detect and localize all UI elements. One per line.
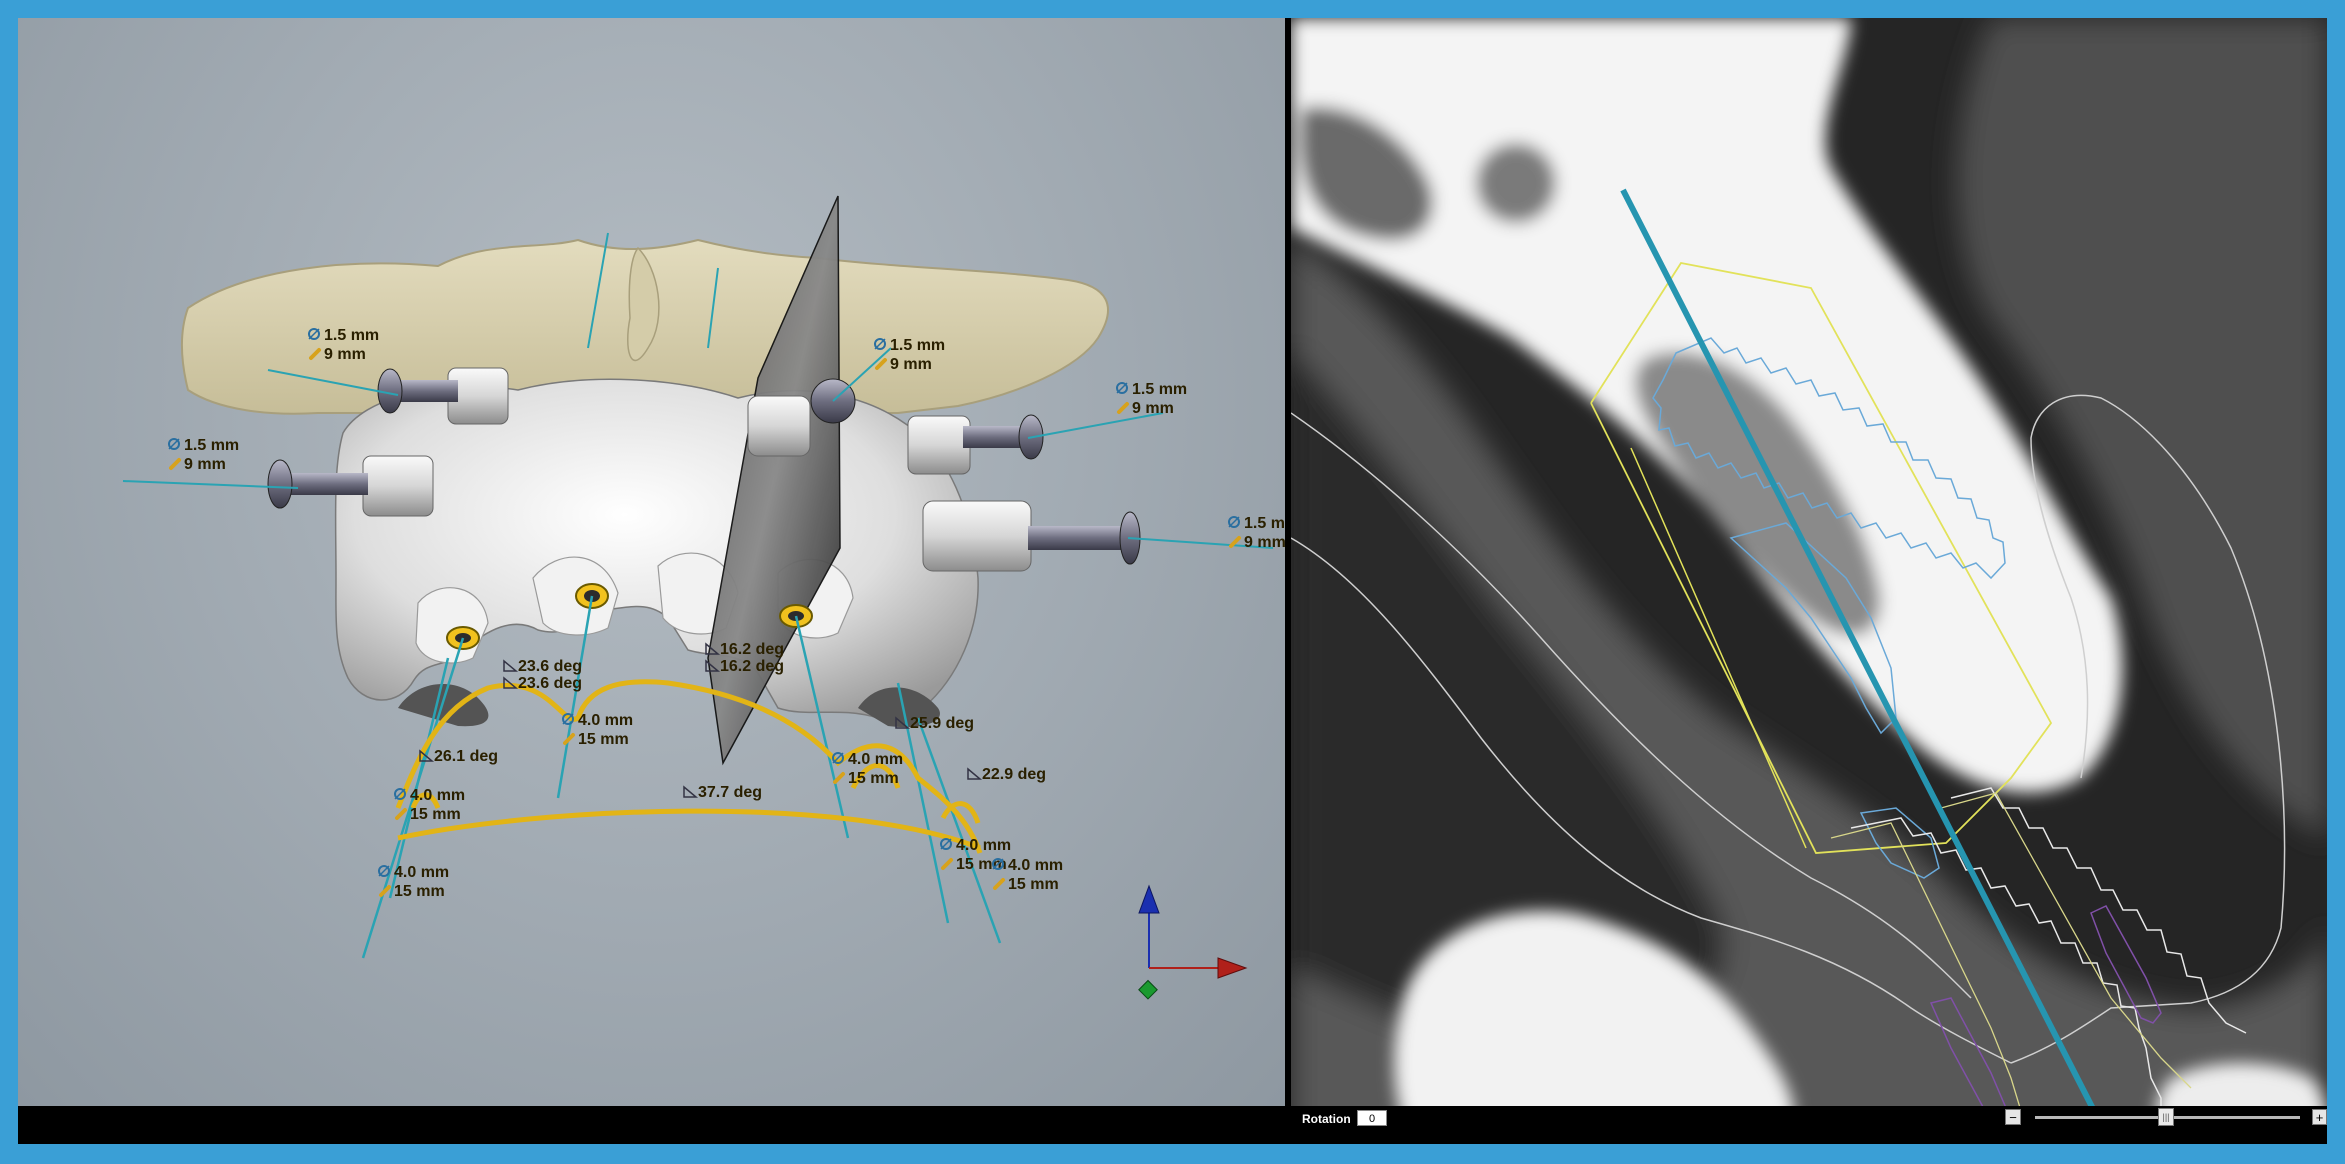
- rotation-input[interactable]: 0: [1357, 1110, 1387, 1126]
- orientation-axes-icon: [1138, 884, 1248, 1000]
- svg-text:9 mm: 9 mm: [1244, 534, 1285, 551]
- svg-text:4.0 mm: 4.0 mm: [848, 751, 903, 768]
- svg-text:25.9 deg: 25.9 deg: [910, 715, 974, 732]
- annotation-implant-6: 4.0 mm 15 mm: [992, 857, 1063, 893]
- anchor-pin-upper-right[interactable]: [907, 414, 1044, 475]
- svg-text:15 mm: 15 mm: [1008, 876, 1059, 893]
- dentition-model: [334, 378, 979, 719]
- zoom-in-button[interactable]: +: [2312, 1109, 2327, 1125]
- ct-cancellous-spot: [1476, 143, 1556, 223]
- rotation-label: Rotation: [1302, 1112, 1351, 1126]
- annotation-angle-7: 22.9 deg: [967, 766, 1046, 783]
- viewport-3d-statusbar: [18, 1106, 1285, 1144]
- svg-text:9 mm: 9 mm: [184, 456, 226, 473]
- svg-text:4.0 mm: 4.0 mm: [1008, 857, 1063, 874]
- annotation-angle-6: 26.1 deg: [419, 748, 498, 765]
- svg-text:4.0 mm: 4.0 mm: [394, 864, 449, 881]
- svg-text:4.0 mm: 4.0 mm: [578, 712, 633, 729]
- svg-text:15 mm: 15 mm: [848, 770, 899, 787]
- viewport-3d[interactable]: 1.5 mm 9 mm 1.5 mm 9 mm 1.5 mm 9 mm 1.5 …: [18, 18, 1285, 1106]
- svg-text:22.9 deg: 22.9 deg: [982, 766, 1046, 783]
- svg-text:1.5 mm: 1.5 mm: [890, 337, 945, 354]
- annotation-angle-1: 23.6 deg: [503, 658, 582, 675]
- annotation-implant-1: 4.0 mm 15 mm: [562, 712, 633, 748]
- annotation-angle-8: 37.7 deg: [683, 784, 762, 801]
- svg-text:37.7 deg: 37.7 deg: [698, 784, 762, 801]
- zoom-out-button[interactable]: −: [2005, 1109, 2021, 1125]
- svg-text:9 mm: 9 mm: [890, 356, 932, 373]
- annotation-implant-3: 4.0 mm 15 mm: [394, 787, 465, 823]
- svg-text:4.0 mm: 4.0 mm: [410, 787, 465, 804]
- svg-text:1.5 mm: 1.5 mm: [184, 437, 239, 454]
- svg-text:1.5 mm: 1.5 mm: [1244, 515, 1285, 532]
- svg-text:15 mm: 15 mm: [578, 731, 629, 748]
- annotation-dia-4: 1.5 mm 9 mm: [1116, 381, 1187, 417]
- annotation-implant-5: 4.0 mm 15 mm: [378, 864, 449, 900]
- svg-text:23.6 deg: 23.6 deg: [518, 658, 582, 675]
- svg-text:1.5 mm: 1.5 mm: [324, 327, 379, 344]
- svg-text:15 mm: 15 mm: [394, 883, 445, 900]
- svg-text:15 mm: 15 mm: [410, 806, 461, 823]
- viewport-3d-canvas[interactable]: 1.5 mm 9 mm 1.5 mm 9 mm 1.5 mm 9 mm 1.5 …: [18, 18, 1285, 1106]
- anchor-pin-right[interactable]: [922, 500, 1141, 572]
- annotation-dia-2: 1.5 mm 9 mm: [168, 437, 239, 473]
- svg-text:9 mm: 9 mm: [324, 346, 366, 363]
- ct-cross-section-view[interactable]: [1291, 18, 2327, 1144]
- zoom-slider-thumb[interactable]: |||: [2158, 1108, 2174, 1126]
- svg-text:23.6 deg: 23.6 deg: [518, 675, 582, 692]
- svg-text:1.5 mm: 1.5 mm: [1132, 381, 1187, 398]
- svg-text:4.0 mm: 4.0 mm: [956, 837, 1011, 854]
- ct-canvas[interactable]: [1291, 18, 2327, 1144]
- svg-text:16.2 deg: 16.2 deg: [720, 641, 784, 658]
- svg-text:16.2 deg: 16.2 deg: [720, 658, 784, 675]
- svg-text:9 mm: 9 mm: [1132, 400, 1174, 417]
- svg-text:26.1 deg: 26.1 deg: [434, 748, 498, 765]
